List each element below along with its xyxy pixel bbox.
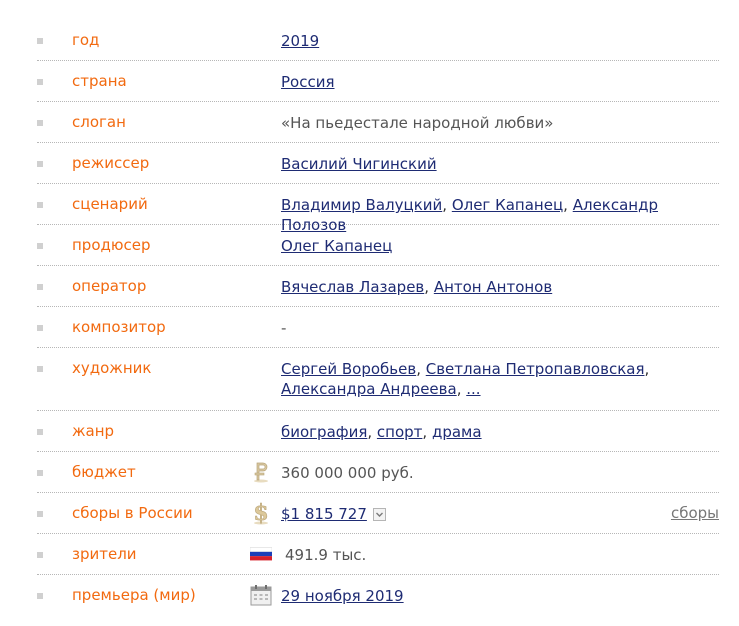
row-label: сценарий	[72, 195, 148, 213]
writer-link[interactable]: Олег Капанец	[452, 196, 563, 214]
viewers-text: 491.9 тыс.	[285, 546, 367, 564]
info-row-country: страна Россия	[37, 61, 719, 102]
row-label: зрители	[72, 545, 137, 563]
bullet-icon	[37, 120, 43, 126]
bullet-icon	[37, 38, 43, 44]
box-office-link[interactable]: $1 815 727	[281, 505, 367, 523]
row-label: режиссер	[72, 154, 150, 172]
row-value: $1 815 727	[281, 504, 719, 524]
row-label: продюсер	[72, 236, 151, 254]
svg-text:$: $	[253, 501, 268, 525]
operator-link[interactable]: Вячеслав Лазарев	[281, 278, 424, 296]
row-value: Россия	[281, 72, 719, 92]
russia-flag-icon	[250, 542, 272, 566]
premiere-date-link[interactable]: 29 ноября 2019	[281, 587, 404, 605]
dollar-icon: $	[250, 501, 272, 525]
info-row-composer: композитор -	[37, 307, 719, 348]
bullet-icon	[37, 202, 43, 208]
bullet-icon	[37, 161, 43, 167]
row-label: жанр	[72, 422, 115, 440]
row-label: год	[72, 31, 100, 49]
row-value: Василий Чигинский	[281, 154, 719, 174]
chevron-down-icon[interactable]	[372, 508, 386, 521]
row-label: композитор	[72, 318, 166, 336]
row-label: оператор	[72, 277, 147, 295]
info-row-producer: продюсер Олег Капанец	[37, 225, 719, 266]
bullet-icon	[37, 366, 43, 372]
artist-link[interactable]: Светлана Петропавловская	[426, 360, 645, 378]
row-label: художник	[72, 359, 152, 377]
country-link[interactable]: Россия	[281, 73, 335, 91]
producer-link[interactable]: Олег Капанец	[281, 237, 392, 255]
row-value: Сергей Воробьев, Светлана Петропавловска…	[281, 360, 650, 398]
bullet-icon	[37, 325, 43, 331]
bullet-icon	[37, 552, 43, 558]
bullet-icon	[37, 79, 43, 85]
more-artists-link[interactable]: ...	[466, 380, 480, 398]
info-row-screenplay: сценарий Владимир Валуцкий, Олег Капанец…	[37, 184, 719, 234]
row-label: сборы в России	[72, 504, 193, 522]
row-value: Вячеслав Лазарев, Антон Антонов	[281, 278, 553, 296]
row-value: Олег Капанец	[281, 236, 719, 256]
genre-link[interactable]: драма	[432, 423, 482, 441]
director-link[interactable]: Василий Чигинский	[281, 155, 437, 173]
info-row-viewers: зрители 491.9 тыс.	[37, 534, 719, 575]
bullet-icon	[37, 284, 43, 290]
bullet-icon	[37, 511, 43, 517]
row-label: страна	[72, 72, 127, 90]
artist-link[interactable]: Александра Андреева	[281, 380, 457, 398]
composer-text: -	[281, 319, 287, 337]
info-row-artist: художник Сергей Воробьев, Светлана Петро…	[37, 348, 719, 411]
operator-link[interactable]: Антон Антонов	[434, 278, 552, 296]
row-value: 29 ноября 2019	[281, 586, 719, 606]
info-row-slogan: слоган «На пьедестале народной любви»	[37, 102, 719, 143]
row-label: премьера (мир)	[72, 586, 196, 604]
bullet-icon	[37, 429, 43, 435]
slogan-text: «На пьедестале народной любви»	[281, 114, 554, 132]
row-value: 2019	[281, 31, 719, 51]
artist-link[interactable]: Сергей Воробьев	[281, 360, 416, 378]
info-row-year: год 2019	[37, 20, 719, 61]
box-office-details-link[interactable]: сборы	[671, 504, 719, 522]
info-row-genre: жанр биография, спорт, драма	[37, 411, 719, 452]
ruble-icon	[250, 460, 272, 484]
row-value: биография, спорт, драма	[281, 423, 482, 441]
genre-link[interactable]: спорт	[377, 423, 423, 441]
year-link[interactable]: 2019	[281, 32, 319, 50]
calendar-icon	[250, 583, 272, 607]
row-label: бюджет	[72, 463, 136, 481]
genre-link[interactable]: биография	[281, 423, 367, 441]
bullet-icon	[37, 243, 43, 249]
budget-text: 360 000 000 руб.	[281, 464, 414, 482]
info-row-box-office-russia: сборы в России $ $1 815 727 сборы	[37, 493, 719, 534]
film-info-table: год 2019 страна Россия слоган «На пьедес…	[37, 20, 719, 616]
info-row-director: режиссер Василий Чигинский	[37, 143, 719, 184]
writer-link[interactable]: Владимир Валуцкий	[281, 196, 442, 214]
bullet-icon	[37, 593, 43, 599]
info-row-operator: оператор Вячеслав Лазарев, Антон Антонов	[37, 266, 719, 307]
info-row-premiere-world: премьера (мир) 29 ноября 2019	[37, 575, 719, 616]
row-label: слоган	[72, 113, 126, 131]
info-row-budget: бюджет 360 000 000 руб.	[37, 452, 719, 493]
bullet-icon	[37, 470, 43, 476]
